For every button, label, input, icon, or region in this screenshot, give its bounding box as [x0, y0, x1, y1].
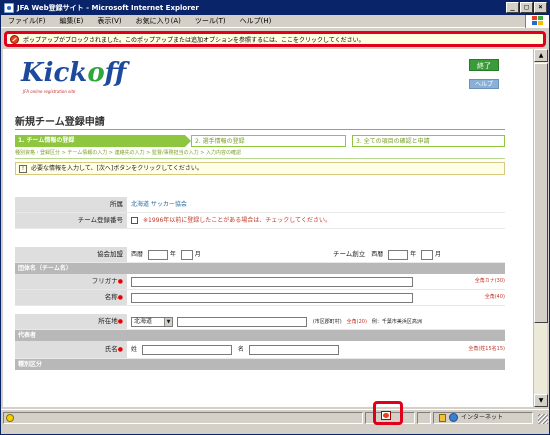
city-input[interactable]: [176, 316, 307, 327]
team-founded-month-input[interactable]: [421, 249, 434, 260]
team-founded-era-label: 西暦: [371, 251, 384, 258]
popup-blocked-infobar[interactable]: ポップアップがブロックされました。このポップアップまたは追加オプションを参照する…: [4, 31, 546, 47]
logo-subtitle: JFA online registration site: [23, 89, 76, 94]
team-founded-label: チーム創立: [333, 250, 366, 258]
lock-icon: [439, 413, 446, 422]
end-button[interactable]: 終了: [469, 59, 499, 71]
address-example: 例：千葉市美浜区高洲: [371, 319, 422, 325]
maximize-button[interactable]: □: [520, 2, 533, 13]
page-title: 新規チーム登録申請: [15, 117, 105, 128]
menu-help[interactable]: ヘルプ(H): [233, 16, 279, 26]
founding-year-input[interactable]: [147, 249, 168, 260]
menu-favorites[interactable]: お気に入り(A): [129, 16, 188, 26]
furigana-hint: 全角カナ(30): [474, 278, 505, 284]
step-player-info: 2. 選手情報の登録: [191, 135, 346, 147]
sub-step-path: 種別資格・登録区分 > チーム情報の入力 > 連絡先の入力 > 監督/事務担当の…: [15, 149, 505, 159]
step-indicator: 1. チーム情報の登録 2. 選手情報の登録 3. 全ての項目の確認と申請: [15, 135, 505, 147]
menu-view[interactable]: 表示(V): [90, 16, 128, 26]
rep-name-row: 氏名● 姓 名 全角(姓15名15): [15, 341, 505, 359]
name-label: 名称●: [15, 290, 127, 305]
address-hint: (市区郡町村): [312, 319, 342, 325]
team-reg-no-hint: ※1996年以前に登録したことがある場合は、チェックしてください。: [143, 217, 331, 224]
founding-month-label: 月: [194, 251, 201, 258]
founding-label: 協会加盟: [15, 247, 127, 262]
team-form: 所属 北海道 サッカー協会 チーム登録番号 ※1996年以前に登録したことがある…: [15, 197, 505, 370]
address-label: 所在地●: [15, 314, 127, 329]
help-button[interactable]: ヘルプ: [469, 79, 499, 89]
address-row: 所在地● 北海道 ▼ (市区郡町村) 全角(20) 例：千葉市美浜区高洲: [15, 314, 505, 330]
furigana-row: フリガナ● 全角カナ(30): [15, 274, 505, 290]
representative-section: 代表者: [15, 330, 505, 341]
ie-icon: [4, 3, 14, 13]
founding-year-label: 年: [169, 251, 176, 258]
step-confirm: 3. 全ての項目の確認と申請: [352, 135, 505, 147]
rep-last-label: 姓: [131, 346, 138, 353]
rep-last-name-input[interactable]: [141, 344, 232, 355]
zone-label: インターネット: [461, 414, 504, 421]
affiliation-row: 所属 北海道 サッカー協会: [15, 197, 505, 213]
popup-blocked-highlight: [373, 401, 403, 425]
page-viewport: Kickoff JFA online registration site 終了 …: [3, 49, 533, 407]
founding-month-input[interactable]: [180, 249, 193, 260]
chevron-down-icon: ▼: [164, 317, 172, 326]
name-hint: 全角(40): [484, 294, 505, 300]
status-bar: インターネット: [1, 409, 549, 425]
spacer-row-2: [15, 306, 505, 314]
menu-bar: ファイル(F) 編集(E) 表示(V) お気に入り(A) ツール(T) ヘルプ(…: [1, 14, 549, 28]
status-zone: インターネット: [433, 412, 533, 424]
close-button[interactable]: ×: [534, 2, 547, 13]
menu-file[interactable]: ファイル(F): [1, 16, 53, 26]
blocked-icon: [10, 34, 19, 44]
furigana-label: フリガナ●: [15, 274, 127, 289]
team-name-input[interactable]: [131, 292, 413, 303]
rep-first-label: 名: [237, 346, 244, 353]
title-bar: JFA Web登録サイト - Microsoft Internet Explor…: [1, 1, 549, 15]
windows-logo-icon: [525, 14, 549, 28]
rep-first-name-input[interactable]: [248, 344, 339, 355]
warning-icon: [6, 413, 14, 422]
founding-row: 協会加盟 西暦 年 月 チーム創立 西暦 年 月: [15, 247, 505, 263]
resize-grip-icon[interactable]: [538, 414, 548, 424]
scroll-down-icon[interactable]: ▼: [534, 394, 548, 407]
team-founded-month-label: 月: [434, 251, 441, 258]
minimize-button[interactable]: _: [506, 2, 519, 13]
title-divider: [15, 129, 505, 130]
scroll-thumb[interactable]: [534, 63, 548, 323]
team-founded-year-label: 年: [410, 251, 417, 258]
furigana-input[interactable]: [131, 276, 413, 287]
step-team-info: 1. チーム情報の登録: [15, 135, 191, 147]
instruction-box: ! 必要な情報を入力して、[次へ]ボタンをクリックしてください。: [15, 162, 505, 175]
name-row: 名称● 全角(40): [15, 290, 505, 306]
team-reg-no-row: チーム登録番号 ※1996年以前に登録したことがある場合は、チェックしてください…: [15, 213, 505, 229]
kickoff-logo: Kickoff: [21, 58, 127, 88]
affiliation-label: 所属: [15, 197, 127, 212]
window-title: JFA Web登録サイト - Microsoft Internet Explor…: [17, 4, 199, 12]
globe-icon: [449, 413, 458, 422]
browser-window: JFA Web登録サイト - Microsoft Internet Explor…: [0, 0, 550, 435]
affiliation-value: 北海道 サッカー協会: [131, 201, 187, 208]
rep-hint: 全角(姓15名15): [468, 346, 505, 352]
prefecture-select[interactable]: 北海道 ▼: [131, 316, 173, 327]
window-controls: _ □ ×: [506, 2, 547, 13]
spacer-row: [15, 229, 505, 247]
notice-icon: !: [19, 164, 27, 173]
scroll-up-icon[interactable]: ▲: [534, 49, 548, 62]
vertical-scrollbar[interactable]: ▲ ▼: [533, 49, 548, 407]
address-length-hint: 全角(20): [346, 319, 367, 325]
team-name-section: 団体名（チーム名）: [15, 263, 505, 274]
team-founded-year-input[interactable]: [388, 249, 409, 260]
rep-name-label: 氏名●: [15, 341, 127, 358]
infobar-text: ポップアップがブロックされました。このポップアップまたは追加オプションを参照する…: [23, 36, 365, 44]
instruction-text: 必要な情報を入力して、[次へ]ボタンをクリックしてください。: [31, 165, 203, 172]
menu-tools[interactable]: ツール(T): [188, 16, 233, 26]
founding-era-label: 西暦: [131, 251, 144, 258]
menu-edit[interactable]: 編集(E): [53, 16, 91, 26]
team-reg-no-label: チーム登録番号: [15, 213, 127, 228]
category-section: 種別区分: [15, 359, 505, 370]
status-main: [3, 412, 363, 424]
previously-registered-checkbox[interactable]: [131, 217, 138, 224]
status-empty: [417, 412, 431, 424]
site-header: Kickoff JFA online registration site 終了 …: [3, 49, 533, 101]
